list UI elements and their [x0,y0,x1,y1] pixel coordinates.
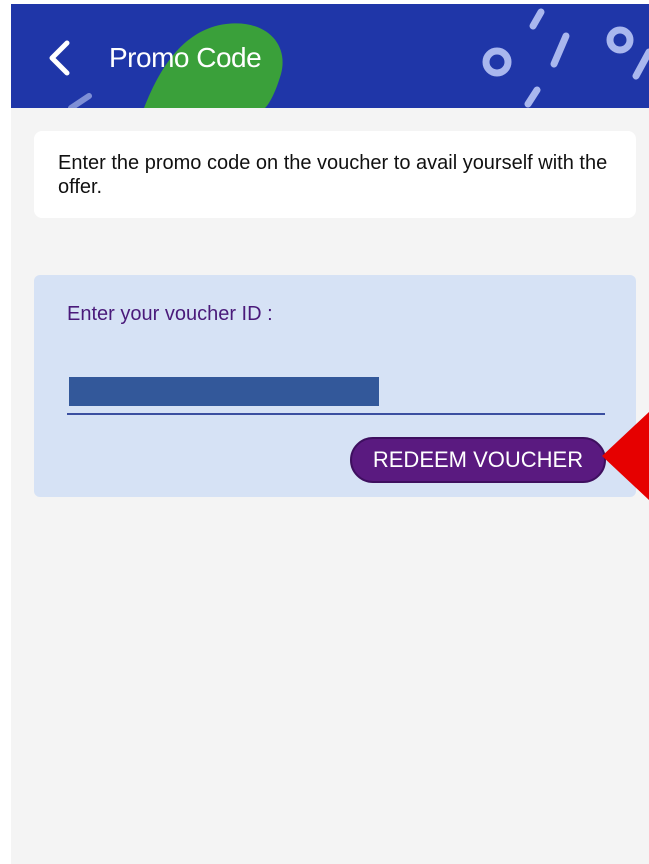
page-title: Promo Code [109,42,262,73]
back-button[interactable] [41,38,77,78]
voucher-id-label: Enter your voucher ID : [67,303,273,325]
header-decoration [68,8,649,108]
info-text: Enter the promo code on the voucher to a… [58,152,608,198]
redacted-voucher-value [69,377,379,406]
app-header: Promo Code [11,4,649,108]
chevron-left-icon [49,40,70,76]
red-arrow-pointer-icon [602,412,649,500]
voucher-form-card: Enter your voucher ID : REDEEM VOUCHER [34,275,636,497]
app-screen: Promo Code Enter the promo code on the v… [11,4,649,864]
redeem-voucher-button[interactable]: REDEEM VOUCHER [350,437,606,483]
info-card: Enter the promo code on the voucher to a… [34,131,636,218]
